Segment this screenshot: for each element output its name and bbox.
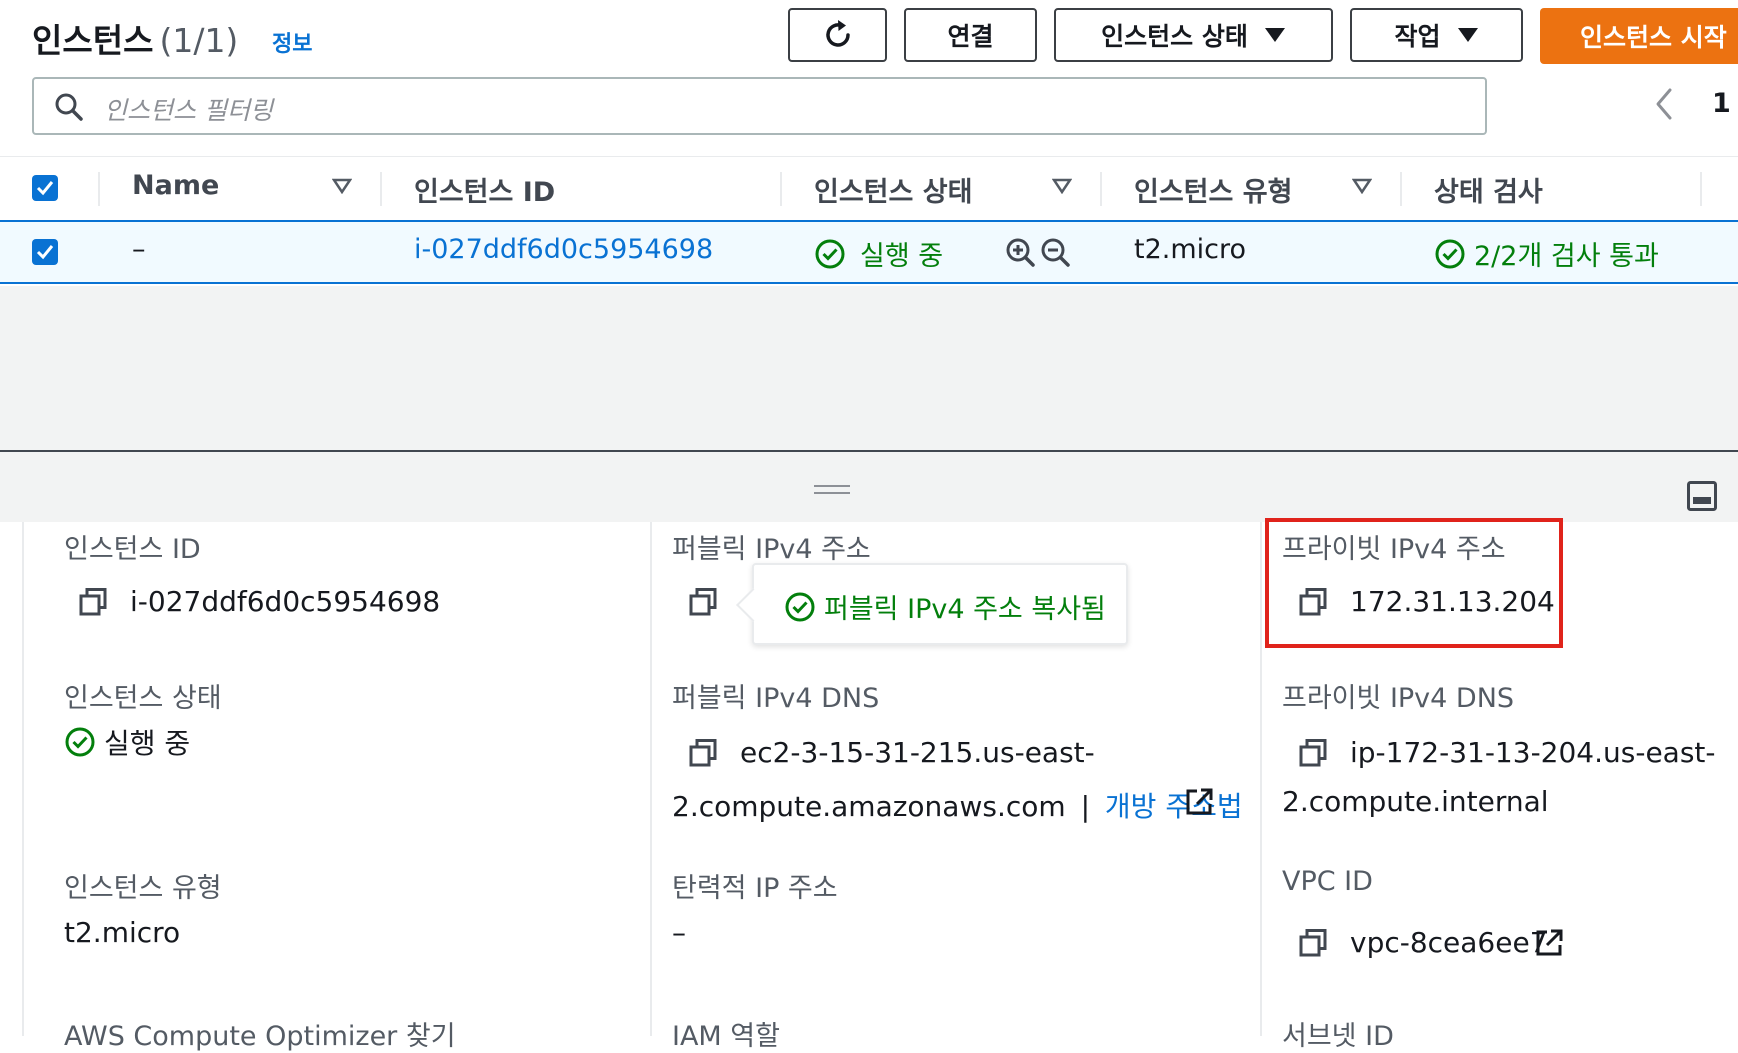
table-header-divider	[0, 156, 1738, 157]
detail-public-dns-label: 퍼블릭 IPv4 DNS	[672, 683, 880, 714]
detail-iam-label: IAM 역할	[672, 1021, 780, 1052]
dns-separator: |	[1080, 790, 1090, 823]
info-link[interactable]: 정보	[272, 26, 312, 58]
row-status-check: 2/2개 검사 통과	[1474, 241, 1659, 272]
page-title-text: 인스턴스	[32, 21, 154, 60]
highlight-box	[1265, 518, 1563, 648]
split-panel-header	[0, 450, 1738, 522]
open-address-link[interactable]: 개방 주소법	[1105, 790, 1243, 823]
column-divider	[650, 522, 652, 1036]
copy-icon[interactable]	[78, 587, 108, 617]
copy-icon[interactable]	[1298, 738, 1328, 768]
detail-public-dns-line2: 2.compute.amazonaws.com	[672, 790, 1066, 823]
check-circle-icon	[815, 239, 845, 269]
search-icon	[55, 93, 83, 121]
column-header-instance-state[interactable]: 인스턴스 상태	[814, 170, 972, 209]
check-circle-icon	[785, 592, 815, 621]
connect-button[interactable]: 연결	[904, 8, 1037, 62]
row-instance-id-link[interactable]: i-027ddf6d0c5954698	[414, 234, 713, 265]
caret-down-icon	[1457, 28, 1478, 42]
actions-dropdown[interactable]: 작업	[1350, 8, 1523, 62]
detail-public-ip-label: 퍼블릭 IPv4 주소	[672, 534, 871, 565]
panel-toggle-icon[interactable]	[1686, 480, 1718, 512]
actions-label: 작업	[1394, 22, 1441, 51]
column-divider	[780, 172, 782, 206]
detail-state-value: 실행 중	[104, 727, 191, 760]
refresh-icon	[825, 20, 850, 47]
instance-state-dropdown[interactable]: 인스턴스 상태	[1054, 8, 1333, 62]
detail-vpc-label: VPC ID	[1282, 866, 1373, 897]
zoom-out-icon[interactable]	[1040, 237, 1072, 269]
detail-subnet-label: 서브넷 ID	[1282, 1021, 1394, 1052]
column-header-name[interactable]: Name	[132, 170, 219, 201]
row-instance-type: t2.micro	[1134, 234, 1247, 265]
row-name: –	[132, 234, 146, 265]
column-divider	[1400, 172, 1402, 206]
column-divider	[380, 172, 382, 206]
column-header-status-check[interactable]: 상태 검사	[1434, 170, 1543, 209]
detail-optimizer-label: AWS Compute Optimizer 찾기	[64, 1021, 456, 1052]
column-header-instance-id[interactable]: 인스턴스 ID	[414, 170, 555, 209]
connect-button-label: 연결	[947, 22, 994, 51]
detail-public-dns-line1: ec2-3-15-31-215.us-east-	[740, 736, 1095, 769]
search-placeholder: 인스턴스 필터링	[104, 96, 273, 125]
launch-label: 인스턴스 시작	[1580, 23, 1727, 52]
check-icon	[36, 181, 54, 196]
tooltip-text: 퍼블릭 IPv4 주소 복사됨	[824, 594, 1106, 625]
row-checkbox[interactable]	[32, 239, 58, 265]
sort-icon[interactable]	[332, 178, 352, 194]
instance-count: (1/1)	[159, 21, 239, 60]
copy-icon[interactable]	[688, 738, 718, 768]
refresh-button[interactable]	[788, 8, 887, 62]
check-circle-icon	[65, 727, 95, 757]
vpc-id-link[interactable]: vpc-8cea6ee7	[1350, 926, 1548, 959]
detail-elastic-ip-label: 탄력적 IP 주소	[672, 873, 838, 904]
detail-public-dns-line2-row: 2.compute.amazonaws.com | 개방 주소법	[672, 785, 1243, 825]
instance-state-label: 인스턴스 상태	[1101, 22, 1248, 51]
column-divider	[1260, 522, 1262, 1036]
detail-type-label: 인스턴스 유형	[64, 873, 222, 904]
tooltip-content: 퍼블릭 IPv4 주소 복사됨	[784, 587, 1106, 626]
copy-icon[interactable]	[688, 587, 718, 617]
detail-private-dns-label: 프라이빗 IPv4 DNS	[1282, 683, 1515, 714]
detail-private-dns-line2: 2.compute.internal	[1282, 785, 1549, 818]
row-state: 실행 중	[860, 241, 944, 272]
drag-handle-icon[interactable]	[814, 485, 850, 499]
detail-instance-id-value: i-027ddf6d0c5954698	[130, 585, 441, 618]
column-divider	[98, 172, 100, 206]
check-icon	[36, 245, 54, 260]
zoom-in-icon[interactable]	[1005, 237, 1037, 269]
copied-tooltip: 퍼블릭 IPv4 주소 복사됨	[736, 563, 1128, 645]
select-all-checkbox[interactable]	[32, 175, 58, 201]
caret-down-icon	[1264, 28, 1285, 42]
launch-instance-button[interactable]: 인스턴스 시작	[1540, 8, 1738, 64]
search-input[interactable]: 인스턴스 필터링	[32, 77, 1487, 135]
column-header-instance-type[interactable]: 인스턴스 유형	[1134, 170, 1292, 209]
external-link-icon[interactable]	[1184, 787, 1214, 817]
table-empty-area	[0, 286, 1738, 451]
detail-state-label: 인스턴스 상태	[64, 683, 222, 714]
copy-icon[interactable]	[1298, 928, 1328, 958]
sort-icon[interactable]	[1052, 178, 1072, 194]
page-number[interactable]: 1	[1712, 88, 1731, 119]
page-title: 인스턴스 (1/1)	[32, 14, 238, 62]
chevron-left-icon[interactable]	[1652, 86, 1676, 122]
detail-elastic-ip-value: –	[672, 916, 686, 949]
sort-icon[interactable]	[1352, 178, 1372, 194]
external-link-icon[interactable]	[1534, 928, 1564, 958]
detail-type-value: t2.micro	[64, 916, 181, 949]
detail-instance-id-label: 인스턴스 ID	[64, 534, 201, 565]
column-divider	[1100, 172, 1102, 206]
detail-private-dns-line1: ip-172-31-13-204.us-east-	[1350, 736, 1716, 769]
check-circle-icon	[1435, 239, 1465, 269]
column-divider	[1700, 172, 1702, 206]
